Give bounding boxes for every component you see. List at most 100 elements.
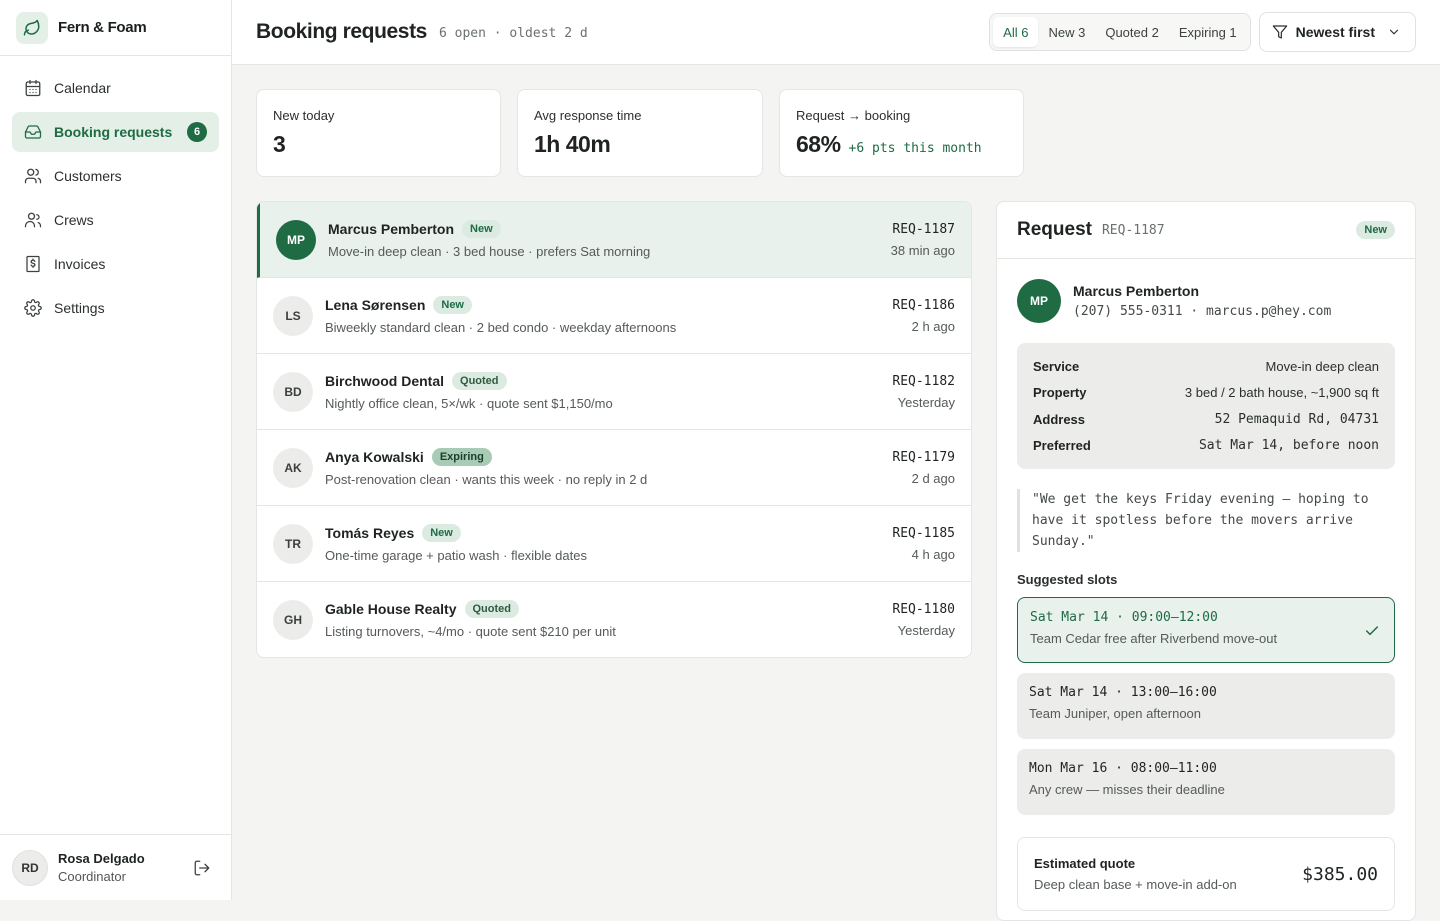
stat-card-response-time: Avg response time 1h 40m bbox=[517, 89, 763, 177]
logout-icon[interactable] bbox=[193, 859, 211, 877]
table-row[interactable]: TR Tomás Reyes New One-time garage + pati… bbox=[257, 506, 971, 582]
page-title: Booking requests bbox=[256, 20, 427, 43]
slot-option[interactable]: Sat Mar 14 · 09:00–12:00 Team Cedar free… bbox=[1017, 597, 1395, 663]
invoice-icon bbox=[26, 255, 40, 273]
tab-expiring[interactable]: Expiring 1 bbox=[1169, 17, 1247, 47]
stat-delta: +6 pts this month bbox=[848, 141, 982, 156]
info-value: Sat Mar 14, before noon bbox=[1198, 438, 1379, 454]
request-id: REQ-1180 bbox=[892, 601, 955, 617]
filter-icon bbox=[1272, 25, 1287, 39]
stat-number: 1h 40m bbox=[534, 131, 611, 157]
nav-label: Invoices bbox=[54, 256, 106, 272]
tab-new[interactable]: New 3 bbox=[1038, 17, 1095, 47]
table-row[interactable]: MP Marcus Pemberton New Move-in deep clea… bbox=[257, 202, 971, 278]
avatar[interactable]: RD bbox=[12, 849, 48, 886]
status-badge: New bbox=[462, 220, 501, 238]
customer-name: Marcus Pemberton bbox=[328, 221, 455, 237]
stat-value: 3 bbox=[273, 131, 484, 158]
detail-title: Request bbox=[1017, 219, 1092, 240]
nav-item-booking-requests[interactable]: Booking requests 6 bbox=[12, 112, 219, 152]
page-subtitle: 6 open · oldest 2 d bbox=[438, 26, 588, 41]
chevron-down-icon bbox=[1389, 29, 1399, 35]
stat-number: 68% bbox=[796, 131, 841, 157]
avatar: MP bbox=[1017, 279, 1061, 323]
slot-option[interactable]: Sat Mar 14 · 13:00–16:00 Team Juniper, o… bbox=[1017, 673, 1395, 739]
nav-label: Settings bbox=[54, 300, 105, 316]
nav-item-settings[interactable]: Settings bbox=[12, 288, 219, 328]
brand-name: Fern & Foam bbox=[58, 19, 147, 36]
stat-label: Request → booking bbox=[796, 108, 911, 123]
avatar: LS bbox=[273, 295, 313, 336]
nav-count-badge: 6 bbox=[187, 122, 207, 142]
leaf-icon bbox=[16, 11, 48, 44]
table-row[interactable]: BD Birchwood Dental Quoted Nightly office… bbox=[257, 354, 971, 430]
detail-header: Request REQ-1187 New bbox=[997, 202, 1415, 259]
status-badge: Quoted bbox=[452, 372, 507, 390]
estimate-label: Estimated quote bbox=[1034, 856, 1136, 871]
users-icon bbox=[24, 168, 42, 184]
contact-info[interactable]: (207) 555-0311 · marcus.p@hey.com bbox=[1073, 304, 1331, 319]
filter-tabs: All 6 New 3 Quoted 2 Expiring 1 bbox=[989, 13, 1251, 51]
brand: Fern & Foam bbox=[0, 0, 231, 56]
detail-request-id: REQ-1187 bbox=[1101, 222, 1165, 238]
request-time: Yesterday bbox=[897, 394, 955, 410]
status-badge: Quoted bbox=[464, 600, 519, 618]
customer-name: Lena Sørensen bbox=[325, 297, 426, 313]
stat-value: 1h 40m bbox=[534, 131, 746, 158]
request-summary: Biweekly standard clean · 2 bed condo · … bbox=[325, 320, 677, 335]
check-icon bbox=[1365, 626, 1379, 636]
estimate-note: Deep clean base + move-in add-on bbox=[1034, 877, 1237, 892]
info-key: Service bbox=[1033, 358, 1080, 374]
avatar: AK bbox=[273, 447, 313, 488]
slot-note: Team Juniper, open afternoon bbox=[1029, 706, 1202, 721]
table-row[interactable]: AK Anya Kowalski Expiring Post-renovation… bbox=[257, 430, 971, 506]
stat-number: 3 bbox=[273, 131, 286, 157]
crew-icon bbox=[24, 212, 42, 228]
slot-note: Team Cedar free after Riverbend move-out bbox=[1030, 631, 1278, 646]
nav-item-calendar[interactable]: Calendar bbox=[12, 68, 219, 108]
tab-quoted[interactable]: Quoted 2 bbox=[1095, 17, 1169, 47]
request-time: 2 d ago bbox=[911, 470, 955, 486]
info-key: Preferred bbox=[1033, 438, 1091, 454]
user-role: Coordinator bbox=[58, 869, 126, 884]
slot-time: Sat Mar 14 · 13:00–16:00 bbox=[1029, 685, 1217, 700]
slot-option[interactable]: Mon Mar 16 · 08:00–11:00 Any crew — miss… bbox=[1017, 749, 1395, 815]
nav-label: Customers bbox=[54, 168, 122, 184]
avatar: MP bbox=[276, 219, 316, 260]
nav-label: Calendar bbox=[54, 80, 111, 96]
sort-dropdown[interactable]: Newest first bbox=[1258, 12, 1416, 52]
request-summary: Nightly office clean, 5×/wk · quote sent… bbox=[325, 396, 613, 411]
nav-item-crews[interactable]: Crews bbox=[12, 200, 219, 240]
contact-card: MP Marcus Pemberton (207) 555-0311 · mar… bbox=[1017, 279, 1395, 323]
customer-note: "We get the keys Friday evening — hoping… bbox=[1017, 489, 1395, 552]
status-badge: Expiring bbox=[431, 448, 492, 466]
table-row[interactable]: GH Gable House Realty Quoted Listing turn… bbox=[257, 582, 971, 657]
request-time: 38 min ago bbox=[890, 242, 955, 258]
customer-name: Tomás Reyes bbox=[325, 525, 415, 541]
nav-item-invoices[interactable]: Invoices bbox=[12, 244, 219, 284]
stat-card-new-today: New today 3 bbox=[256, 89, 501, 177]
user-profile: RD Rosa Delgado Coordinator bbox=[0, 834, 231, 900]
nav-item-customers[interactable]: Customers bbox=[12, 156, 219, 196]
request-list: MP Marcus Pemberton New Move-in deep clea… bbox=[256, 201, 972, 658]
table-row[interactable]: LS Lena Sørensen New Biweekly standard cl… bbox=[257, 278, 971, 354]
request-id: REQ-1185 bbox=[892, 525, 955, 541]
slot-note: Any crew — misses their deadline bbox=[1029, 782, 1225, 797]
request-id: REQ-1182 bbox=[892, 373, 955, 389]
request-info: Service Move-in deep clean Property 3 bed … bbox=[1017, 343, 1395, 469]
info-value: 3 bed / 2 bath house, ~1,900 sq ft bbox=[1184, 385, 1379, 401]
tab-all[interactable]: All 6 bbox=[993, 17, 1039, 47]
status-badge: New bbox=[422, 524, 461, 542]
request-time: 2 h ago bbox=[911, 318, 955, 334]
stat-label: New today bbox=[273, 108, 335, 123]
request-id: REQ-1186 bbox=[892, 297, 955, 313]
stat-label: Avg response time bbox=[534, 108, 642, 123]
request-summary: Post-renovation clean · wants this week … bbox=[325, 472, 648, 487]
estimate-price: $385.00 bbox=[1302, 863, 1378, 885]
info-key: Address bbox=[1033, 411, 1086, 427]
contact-name: Marcus Pemberton bbox=[1073, 283, 1200, 299]
stat-card-conversion: Request → booking 68% +6 pts this month bbox=[779, 89, 1024, 177]
slots-heading: Suggested slots bbox=[1017, 572, 1118, 587]
stat-value: 68% +6 pts this month bbox=[796, 131, 1007, 158]
customer-name: Anya Kowalski bbox=[325, 449, 424, 465]
